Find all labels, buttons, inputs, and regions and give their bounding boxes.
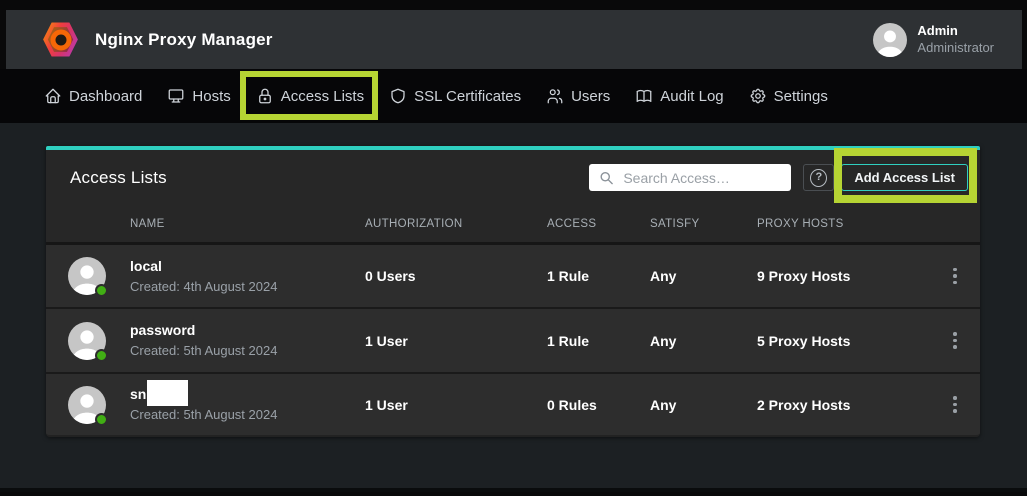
proxy-hosts-value: 9 Proxy Hosts bbox=[757, 268, 948, 284]
table-row[interactable]: sn Created: 5th August 2024 1 User 0 Rul… bbox=[46, 372, 980, 437]
nav-item-settings[interactable]: Settings bbox=[749, 87, 828, 105]
nav-item-access-lists[interactable]: Access Lists bbox=[256, 87, 364, 105]
app-header: Nginx Proxy Manager Admin Administrator bbox=[6, 10, 1022, 69]
access-list-created: Created: 5th August 2024 bbox=[130, 341, 365, 361]
nav-label: Users bbox=[571, 88, 610, 105]
main-nav: Dashboard Hosts Access Lists SSL Certifi… bbox=[0, 69, 1027, 123]
column-header-name: NAME bbox=[130, 218, 365, 230]
column-header-proxy-hosts: PROXY HOSTS bbox=[757, 218, 948, 230]
user-role: Administrator bbox=[917, 40, 994, 56]
column-header-access: ACCESS bbox=[547, 218, 650, 230]
authorization-value: 0 Users bbox=[365, 268, 547, 284]
access-value: 1 Rule bbox=[547, 268, 650, 284]
gear-icon bbox=[749, 87, 767, 105]
search-icon bbox=[599, 170, 614, 185]
nav-item-ssl-certificates[interactable]: SSL Certificates bbox=[389, 87, 521, 105]
add-access-list-label: Add Access List bbox=[854, 170, 955, 185]
satisfy-value: Any bbox=[650, 333, 757, 349]
page-background: Access Lists ? Add Access List NAME AUTH… bbox=[0, 123, 1027, 492]
nav-label: Dashboard bbox=[69, 88, 142, 105]
add-access-list-button[interactable]: Add Access List bbox=[841, 164, 968, 191]
access-value: 1 Rule bbox=[547, 333, 650, 349]
nav-label: SSL Certificates bbox=[414, 88, 521, 105]
nav-label: Hosts bbox=[192, 88, 230, 105]
table-header: NAME AUTHORIZATION ACCESS SATISFY PROXY … bbox=[46, 205, 980, 242]
access-list-name: password bbox=[130, 320, 365, 341]
person-icon bbox=[873, 23, 907, 57]
column-header-authorization: AUTHORIZATION bbox=[365, 218, 547, 230]
access-value: 0 Rules bbox=[547, 397, 650, 413]
status-online-dot bbox=[95, 349, 108, 362]
table-row[interactable]: local Created: 4th August 2024 0 Users 1… bbox=[46, 242, 980, 307]
authorization-value: 1 User bbox=[365, 333, 547, 349]
satisfy-value: Any bbox=[650, 268, 757, 284]
nav-item-audit-log[interactable]: Audit Log bbox=[635, 87, 723, 105]
row-menu-kebab-icon[interactable] bbox=[948, 264, 962, 289]
access-list-created: Created: 5th August 2024 bbox=[130, 405, 365, 425]
status-online-dot bbox=[95, 284, 108, 297]
nav-item-dashboard[interactable]: Dashboard bbox=[44, 87, 142, 105]
status-online-dot bbox=[95, 413, 108, 426]
nav-item-hosts[interactable]: Hosts bbox=[167, 87, 230, 105]
access-list-created: Created: 4th August 2024 bbox=[130, 277, 365, 297]
column-header-satisfy: SATISFY bbox=[650, 218, 757, 230]
search-box bbox=[589, 164, 791, 191]
user-avatar bbox=[873, 23, 907, 57]
app-title: Nginx Proxy Manager bbox=[95, 30, 273, 50]
book-icon bbox=[635, 87, 653, 105]
nav-label: Access Lists bbox=[281, 88, 364, 105]
authorization-value: 1 User bbox=[365, 397, 547, 413]
lock-icon bbox=[256, 87, 274, 105]
help-button[interactable]: ? bbox=[803, 164, 834, 191]
satisfy-value: Any bbox=[650, 397, 757, 413]
page-title: Access Lists bbox=[70, 168, 167, 188]
row-menu-kebab-icon[interactable] bbox=[948, 392, 962, 417]
table-row[interactable]: password Created: 5th August 2024 1 User… bbox=[46, 307, 980, 372]
nav-label: Audit Log bbox=[660, 88, 723, 105]
bottom-edge bbox=[0, 488, 1027, 492]
home-icon bbox=[44, 87, 62, 105]
proxy-hosts-value: 5 Proxy Hosts bbox=[757, 333, 948, 349]
user-menu[interactable]: Admin Administrator bbox=[873, 23, 994, 57]
nav-label: Settings bbox=[774, 88, 828, 105]
access-list-name: local bbox=[130, 256, 365, 277]
shield-icon bbox=[389, 87, 407, 105]
app-logo-icon bbox=[42, 21, 79, 58]
users-icon bbox=[546, 87, 564, 105]
proxy-hosts-value: 2 Proxy Hosts bbox=[757, 397, 948, 413]
redaction-overlay bbox=[147, 380, 188, 406]
access-lists-panel: Access Lists ? Add Access List NAME AUTH… bbox=[46, 146, 980, 437]
nav-item-users[interactable]: Users bbox=[546, 87, 610, 105]
question-mark-icon: ? bbox=[810, 169, 827, 187]
search-input[interactable] bbox=[589, 164, 791, 191]
row-menu-kebab-icon[interactable] bbox=[948, 328, 962, 353]
user-name: Admin bbox=[917, 23, 994, 39]
monitor-icon bbox=[167, 87, 185, 105]
